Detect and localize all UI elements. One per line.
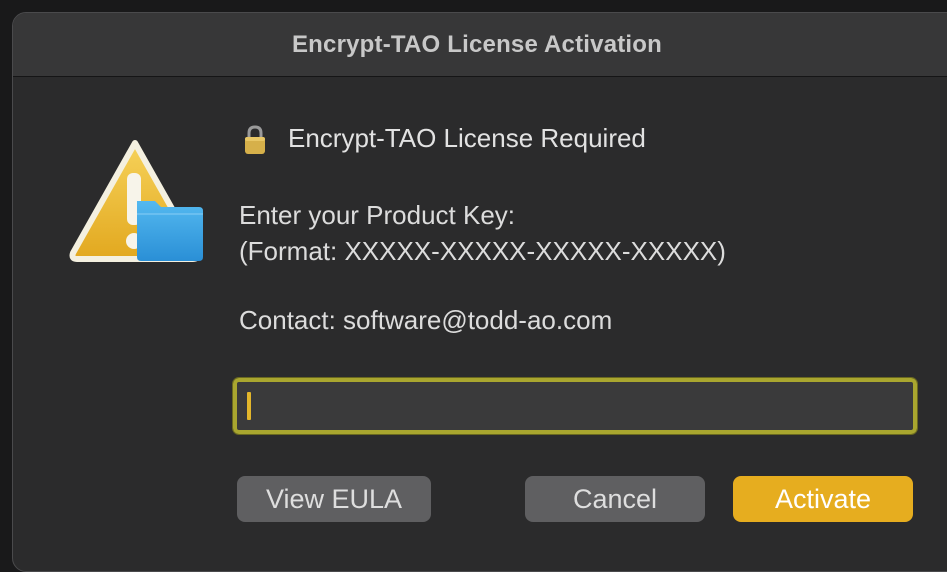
product-key-prompt: Enter your Product Key: (Format: XXXXX-X… [239,197,726,269]
product-key-input[interactable] [232,377,918,435]
activate-button[interactable]: Activate [733,476,913,522]
warning-folder-icon [65,135,205,275]
view-eula-button[interactable]: View EULA [237,476,431,522]
contact-info: Contact: software@todd-ao.com [239,305,613,335]
dialog-title: Encrypt-TAO License Activation [291,30,663,58]
license-activation-dialog: Encrypt-TAO License Activation Encrypt-T… [12,12,947,572]
text-caret [247,392,251,420]
cancel-button[interactable]: Cancel [525,476,705,522]
prompt-line: Enter your Product Key: [239,200,516,230]
license-required-heading: Encrypt-TAO License Required [288,123,646,153]
dialog-titlebar[interactable]: Encrypt-TAO License Activation [13,13,947,77]
lock-icon [243,125,267,155]
format-hint: (Format: XXXXX-XXXXX-XXXXX-XXXXX) [239,236,726,266]
